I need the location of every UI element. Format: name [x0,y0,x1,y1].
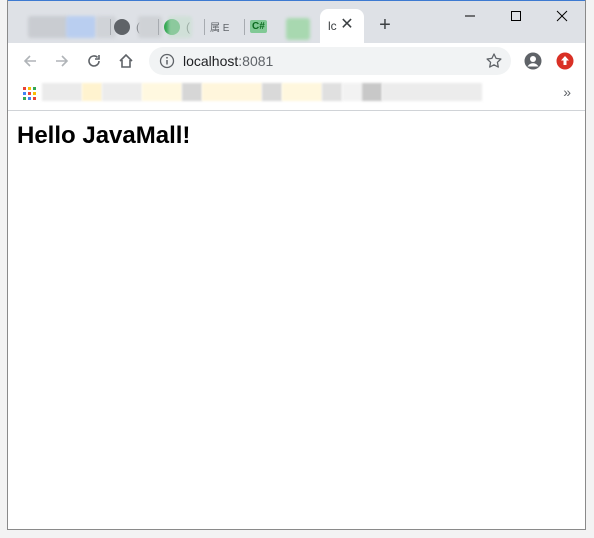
tab-background[interactable]: C# [250,10,290,43]
tab-favicon-icon: C# [250,20,267,33]
tab-blurred[interactable] [168,16,192,38]
bookmarks-bar: » [8,79,585,111]
tab-close-icon[interactable]: ✕ [339,17,355,33]
forward-button[interactable] [50,49,74,73]
close-icon [556,10,568,22]
url-port: :8081 [238,53,274,69]
tab-label: 属 E [210,23,230,34]
reload-button[interactable] [82,49,106,73]
maximize-button[interactable] [493,1,539,31]
page-heading: Hello JavaMall! [17,122,191,149]
tab-blurred[interactable] [286,18,310,40]
tab-blurred[interactable] [28,16,68,38]
url-host: localhost [183,53,239,69]
back-button[interactable] [18,49,42,73]
url-text[interactable]: localhost:8081 [183,53,273,69]
address-bar[interactable]: localhost:8081 [149,47,511,75]
tab-separator [244,19,245,35]
new-tab-button[interactable]: + [374,14,396,36]
tab-active-title: lc [328,19,337,33]
reload-icon [88,55,100,67]
home-icon [119,53,133,68]
bookmark-star-icon[interactable] [485,52,503,70]
browser-toolbar: localhost:8081 [8,43,585,79]
info-icon[interactable] [159,53,175,69]
bookmark-item-blurred[interactable] [382,83,482,101]
apps-grid-icon[interactable] [23,87,37,101]
bookmark-item-blurred[interactable] [82,83,102,101]
tab-separator [158,19,159,35]
bookmark-item-blurred[interactable] [342,83,362,101]
home-button[interactable] [114,49,138,73]
tab-strip: ( ( 属 E C# [18,10,368,43]
profile-button[interactable] [521,49,545,73]
page-content: Hello JavaMall! [8,111,585,529]
bookmark-item-blurred[interactable] [202,83,262,101]
tab-blurred[interactable] [66,16,96,38]
window-controls [447,1,585,31]
tab-separator [204,19,205,35]
bookmark-item-blurred[interactable] [362,83,382,101]
tab-blurred[interactable] [96,16,116,38]
extension-button[interactable] [553,49,577,73]
close-window-button[interactable] [539,1,585,31]
browser-window: ( ( 属 E C# lc ✕ + [7,0,586,530]
minimize-icon [465,15,475,17]
minimize-button[interactable] [447,1,493,31]
tab-separator [110,19,111,35]
bookmark-item-blurred[interactable] [102,83,142,101]
tab-favicon-icon [114,18,130,35]
bookmarks-overflow-button[interactable]: » [563,83,571,101]
forward-arrow-icon [56,55,69,67]
tab-background[interactable]: 属 E [210,10,246,43]
extension-update-icon [556,52,574,70]
bookmark-item-blurred[interactable] [182,83,202,101]
back-arrow-icon [23,55,36,67]
bookmark-item-blurred[interactable] [142,83,182,101]
maximize-icon [511,11,521,21]
profile-avatar-icon [524,52,542,70]
bookmark-item-blurred[interactable] [322,83,342,101]
title-bar: ( ( 属 E C# lc ✕ + [8,1,585,43]
bookmark-item-blurred[interactable] [262,83,282,101]
bookmark-item-blurred[interactable] [282,83,322,101]
bookmark-item-blurred[interactable] [42,83,82,101]
